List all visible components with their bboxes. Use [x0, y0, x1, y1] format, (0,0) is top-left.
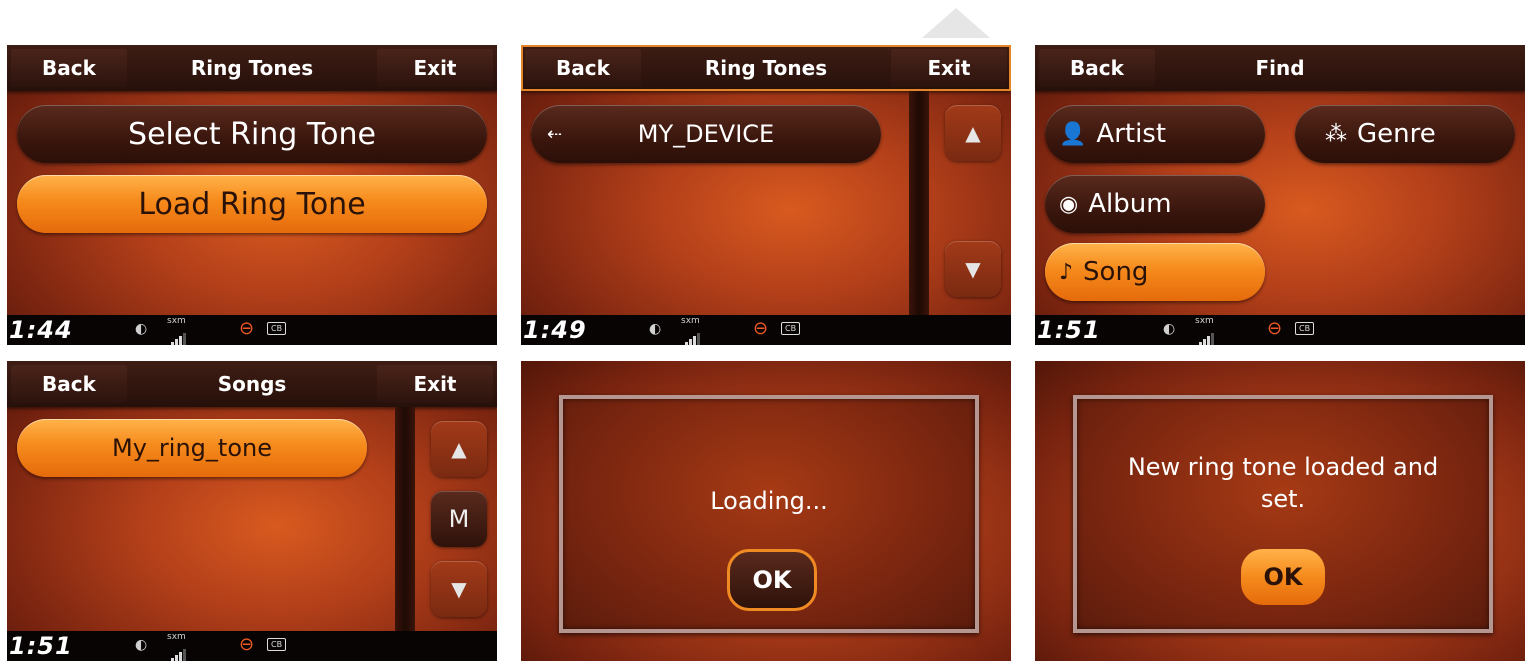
scroll-up-button[interactable]: ▲ [945, 105, 1001, 161]
note-icon: ♪ [1059, 259, 1074, 285]
screen-title: Ring Tones [190, 56, 314, 80]
back-button[interactable]: Back [11, 365, 127, 403]
loading-dialog: Loading... OK [559, 395, 979, 633]
scrollbar[interactable] [909, 91, 929, 315]
cb-icon: CB [267, 638, 287, 651]
clock: 1:51 [9, 632, 73, 660]
usb-icon: ⇠ [547, 123, 563, 145]
back-button[interactable]: Back [525, 49, 641, 87]
status-bar: 1:44 ◐ sxm ⊖ CB [7, 315, 497, 345]
select-ring-tone-label: Select Ring Tone [128, 116, 376, 152]
signal-icon [1199, 327, 1215, 345]
arrow-down-icon: ▼ [451, 577, 467, 601]
load-ring-tone-button[interactable]: Load Ring Tone [17, 175, 487, 233]
scroll-up-button[interactable]: ▲ [431, 421, 487, 477]
confirm-dialog: New ring tone loaded and set. OK [1073, 395, 1493, 633]
scroll-down-button[interactable]: ▼ [945, 241, 1001, 297]
status-bar: 1:51 ◐ sxm ⊖ CB [7, 631, 497, 661]
clock: 1:44 [9, 316, 73, 344]
screen-find: Back Find 👤 Artist ⁂ Genre ◉ Album ♪ Son… [1035, 45, 1525, 345]
jump-letter-label: M [448, 505, 470, 533]
clock: 1:49 [523, 316, 587, 344]
arrow-up-icon: ▲ [451, 437, 467, 461]
screen-title: Find [1255, 56, 1305, 80]
cb-icon: CB [1295, 322, 1315, 335]
hd-logo-icon: ⊖ [1267, 318, 1283, 339]
phone-icon: ◐ [135, 637, 148, 653]
screen-title: Songs [217, 372, 287, 396]
screen-ring-tones-menu: Back Ring Tones Exit Select Ring Tone Lo… [7, 45, 497, 345]
back-button[interactable]: Back [1039, 49, 1155, 87]
cb-icon: CB [781, 322, 801, 335]
phone-icon: ◐ [649, 321, 662, 337]
hd-logo-icon: ⊖ [753, 318, 769, 339]
genre-label: Genre [1357, 119, 1436, 149]
ok-button[interactable]: OK [1241, 549, 1325, 605]
top-bar: Back Ring Tones Exit [521, 45, 1011, 91]
song-item-label: My_ring_tone [112, 434, 272, 462]
find-album-button[interactable]: ◉ Album [1045, 175, 1265, 233]
signal-icon [171, 643, 187, 661]
arrow-up-icon: ▲ [965, 121, 981, 145]
top-bar: Back Ring Tones Exit [7, 45, 497, 91]
phone-icon: ◐ [135, 321, 148, 337]
exit-button[interactable]: Exit [377, 365, 493, 403]
dialog-message: New ring tone loaded and set. [1127, 453, 1439, 513]
artist-label: Artist [1096, 119, 1167, 149]
device-label: MY_DEVICE [637, 120, 775, 148]
exit-button[interactable]: Exit [377, 49, 493, 87]
song-label: Song [1083, 257, 1149, 287]
cb-icon: CB [267, 322, 287, 335]
screen-title: Ring Tones [704, 56, 828, 80]
ok-button[interactable]: OK [727, 549, 817, 611]
jump-letter-button[interactable]: M [431, 491, 487, 547]
status-bar: 1:49 ◐ sxm ⊖ CB [521, 315, 1011, 345]
clock: 1:51 [1037, 316, 1101, 344]
device-item[interactable]: ⇠ MY_DEVICE [531, 105, 881, 163]
song-item[interactable]: My_ring_tone [17, 419, 367, 477]
top-bar: Back Find [1035, 45, 1525, 91]
sxm-label: sxm [167, 632, 186, 642]
hd-logo-icon: ⊖ [239, 634, 255, 655]
artist-icon: 👤 [1059, 121, 1087, 147]
corner-decoration [922, 8, 990, 38]
status-bar: 1:51 ◐ sxm ⊖ CB [1035, 315, 1525, 345]
hd-logo-icon: ⊖ [239, 318, 255, 339]
signal-icon [685, 327, 701, 345]
album-icon: ◉ [1059, 191, 1079, 217]
select-ring-tone-button[interactable]: Select Ring Tone [17, 105, 487, 163]
screen-loaded: New ring tone loaded and set. OK [1035, 361, 1525, 661]
sxm-label: sxm [681, 316, 700, 326]
scroll-column: ▲ M ▼ [387, 407, 497, 631]
album-label: Album [1088, 189, 1172, 219]
sxm-label: sxm [1195, 316, 1214, 326]
back-button[interactable]: Back [11, 49, 127, 87]
scroll-column: ▲ ▼ [901, 91, 1011, 315]
screen-songs: Back Songs Exit My_ring_tone ▲ M ▼ 1:51 … [7, 361, 497, 661]
load-ring-tone-label: Load Ring Tone [138, 186, 366, 222]
scroll-down-button[interactable]: ▼ [431, 561, 487, 617]
find-artist-button[interactable]: 👤 Artist [1045, 105, 1265, 163]
scrollbar[interactable] [395, 407, 415, 631]
arrow-down-icon: ▼ [965, 257, 981, 281]
find-song-button[interactable]: ♪ Song [1045, 243, 1265, 301]
genre-icon: ⁂ [1325, 121, 1347, 147]
screen-loading: Loading... OK [521, 361, 1011, 661]
screen-device-list: Back Ring Tones Exit ⇠ MY_DEVICE ▲ ▼ 1:4… [521, 45, 1011, 345]
top-bar: Back Songs Exit [7, 361, 497, 407]
dialog-message: Loading... [710, 487, 828, 515]
exit-button[interactable]: Exit [891, 49, 1007, 87]
phone-icon: ◐ [1163, 321, 1176, 337]
signal-icon [171, 327, 187, 345]
sxm-label: sxm [167, 316, 186, 326]
find-genre-button[interactable]: ⁂ Genre [1295, 105, 1515, 163]
